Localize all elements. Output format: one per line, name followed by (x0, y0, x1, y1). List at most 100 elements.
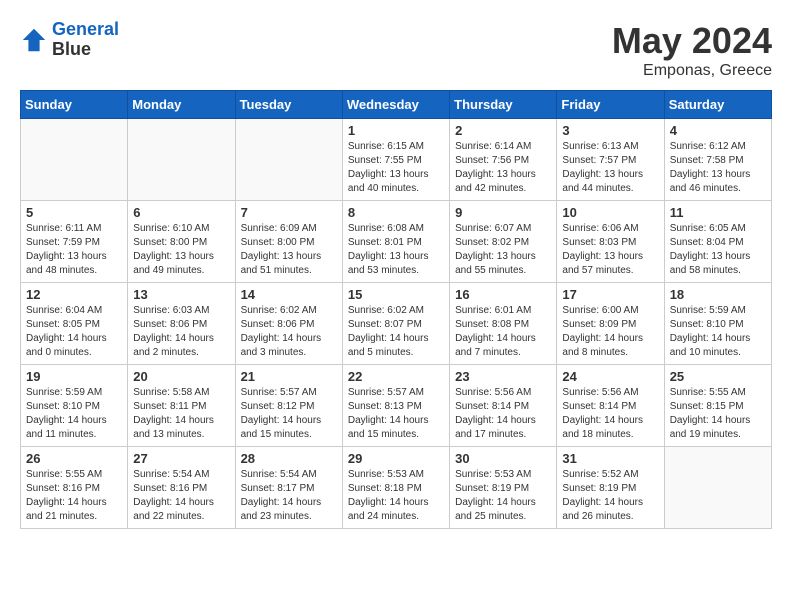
day-number: 4 (670, 123, 766, 138)
day-info: Sunrise: 6:00 AM Sunset: 8:09 PM Dayligh… (562, 304, 658, 360)
weekday-header: Thursday (450, 91, 557, 119)
calendar-cell: 21 Sunrise: 5:57 AM Sunset: 8:12 PM Dayli… (235, 365, 342, 447)
calendar-cell (21, 119, 128, 201)
calendar-cell: 3 Sunrise: 6:13 AM Sunset: 7:57 PM Daylig… (557, 119, 664, 201)
day-number: 26 (26, 451, 122, 466)
calendar-cell: 28Sunrise: 5:54 AM Sunset: 8:17 PM Dayli… (235, 447, 342, 529)
day-number: 6 (133, 205, 229, 220)
calendar-cell: 10 Sunrise: 6:06 AM Sunset: 8:03 PM Dayli… (557, 201, 664, 283)
day-number: 27 (133, 451, 229, 466)
calendar-cell: 1Sunrise: 6:15 AM Sunset: 7:55 PM Daylig… (342, 119, 449, 201)
day-number: 10 (562, 205, 658, 220)
calendar-cell: 5 Sunrise: 6:11 AM Sunset: 7:59 PM Daylig… (21, 201, 128, 283)
day-info: Sunrise: 5:52 AM Sunset: 8:19 PM Dayligh… (562, 468, 658, 524)
day-info: Sunrise: 6:09 AM Sunset: 8:00 PM Dayligh… (241, 222, 337, 278)
calendar-cell: 14 Sunrise: 6:02 AM Sunset: 8:06 PM Dayli… (235, 283, 342, 365)
calendar-cell: 11Sunrise: 6:05 AM Sunset: 8:04 PM Dayli… (664, 201, 771, 283)
calendar-cell: 16 Sunrise: 6:01 AM Sunset: 8:08 PM Dayli… (450, 283, 557, 365)
calendar-week: 26 Sunrise: 5:55 AM Sunset: 8:16 PM Dayli… (21, 447, 772, 529)
calendar-cell (128, 119, 235, 201)
weekday-header: Friday (557, 91, 664, 119)
day-number: 21 (241, 369, 337, 384)
day-number: 25 (670, 369, 766, 384)
calendar-week: 1Sunrise: 6:15 AM Sunset: 7:55 PM Daylig… (21, 119, 772, 201)
day-info: Sunrise: 5:55 AM Sunset: 8:15 PM Dayligh… (670, 386, 766, 442)
day-info: Sunrise: 5:58 AM Sunset: 8:11 PM Dayligh… (133, 386, 229, 442)
calendar-cell: 23 Sunrise: 5:56 AM Sunset: 8:14 PM Dayli… (450, 365, 557, 447)
day-number: 1 (348, 123, 444, 138)
day-number: 19 (26, 369, 122, 384)
page-header: General Blue May 2024 Emponas, Greece (20, 20, 772, 80)
weekday-header: Tuesday (235, 91, 342, 119)
day-info: Sunrise: 6:14 AM Sunset: 7:56 PM Dayligh… (455, 140, 551, 196)
calendar-cell: 31Sunrise: 5:52 AM Sunset: 8:19 PM Dayli… (557, 447, 664, 529)
logo-icon (20, 26, 48, 54)
day-info: Sunrise: 6:07 AM Sunset: 8:02 PM Dayligh… (455, 222, 551, 278)
day-info: Sunrise: 6:13 AM Sunset: 7:57 PM Dayligh… (562, 140, 658, 196)
calendar-cell: 25 Sunrise: 5:55 AM Sunset: 8:15 PM Dayli… (664, 365, 771, 447)
logo-line1: General (52, 19, 119, 39)
day-number: 16 (455, 287, 551, 302)
calendar-week: 19 Sunrise: 5:59 AM Sunset: 8:10 PM Dayli… (21, 365, 772, 447)
day-info: Sunrise: 6:10 AM Sunset: 8:00 PM Dayligh… (133, 222, 229, 278)
day-number: 5 (26, 205, 122, 220)
calendar-cell: 15Sunrise: 6:02 AM Sunset: 8:07 PM Dayli… (342, 283, 449, 365)
month-year: May 2024 (612, 20, 772, 62)
calendar-cell: 12Sunrise: 6:04 AM Sunset: 8:05 PM Dayli… (21, 283, 128, 365)
day-number: 22 (348, 369, 444, 384)
day-number: 14 (241, 287, 337, 302)
calendar-cell: 22 Sunrise: 5:57 AM Sunset: 8:13 PM Dayli… (342, 365, 449, 447)
weekday-header: Saturday (664, 91, 771, 119)
day-number: 18 (670, 287, 766, 302)
day-info: Sunrise: 6:11 AM Sunset: 7:59 PM Dayligh… (26, 222, 122, 278)
day-info: Sunrise: 6:01 AM Sunset: 8:08 PM Dayligh… (455, 304, 551, 360)
calendar-cell: 17 Sunrise: 6:00 AM Sunset: 8:09 PM Dayli… (557, 283, 664, 365)
calendar-cell (664, 447, 771, 529)
calendar-cell: 19 Sunrise: 5:59 AM Sunset: 8:10 PM Dayli… (21, 365, 128, 447)
calendar-cell: 8Sunrise: 6:08 AM Sunset: 8:01 PM Daylig… (342, 201, 449, 283)
day-info: Sunrise: 5:56 AM Sunset: 8:14 PM Dayligh… (562, 386, 658, 442)
day-info: Sunrise: 5:59 AM Sunset: 8:10 PM Dayligh… (670, 304, 766, 360)
day-info: Sunrise: 5:54 AM Sunset: 8:16 PM Dayligh… (133, 468, 229, 524)
title-block: May 2024 Emponas, Greece (612, 20, 772, 80)
calendar-cell: 7Sunrise: 6:09 AM Sunset: 8:00 PM Daylig… (235, 201, 342, 283)
day-number: 30 (455, 451, 551, 466)
day-info: Sunrise: 5:55 AM Sunset: 8:16 PM Dayligh… (26, 468, 122, 524)
calendar-cell: 9Sunrise: 6:07 AM Sunset: 8:02 PM Daylig… (450, 201, 557, 283)
day-number: 13 (133, 287, 229, 302)
calendar-cell: 4 Sunrise: 6:12 AM Sunset: 7:58 PM Daylig… (664, 119, 771, 201)
calendar-cell (235, 119, 342, 201)
calendar-body: 1Sunrise: 6:15 AM Sunset: 7:55 PM Daylig… (21, 119, 772, 529)
calendar: SundayMondayTuesdayWednesdayThursdayFrid… (20, 90, 772, 529)
day-info: Sunrise: 6:04 AM Sunset: 8:05 PM Dayligh… (26, 304, 122, 360)
calendar-cell: 18 Sunrise: 5:59 AM Sunset: 8:10 PM Dayli… (664, 283, 771, 365)
calendar-cell: 29Sunrise: 5:53 AM Sunset: 8:18 PM Dayli… (342, 447, 449, 529)
calendar-cell: 13Sunrise: 6:03 AM Sunset: 8:06 PM Dayli… (128, 283, 235, 365)
day-number: 11 (670, 205, 766, 220)
day-info: Sunrise: 5:57 AM Sunset: 8:12 PM Dayligh… (241, 386, 337, 442)
weekday-row: SundayMondayTuesdayWednesdayThursdayFrid… (21, 91, 772, 119)
day-info: Sunrise: 6:02 AM Sunset: 8:06 PM Dayligh… (241, 304, 337, 360)
calendar-week: 5 Sunrise: 6:11 AM Sunset: 7:59 PM Daylig… (21, 201, 772, 283)
weekday-header: Sunday (21, 91, 128, 119)
location: Emponas, Greece (612, 62, 772, 80)
calendar-cell: 20Sunrise: 5:58 AM Sunset: 8:11 PM Dayli… (128, 365, 235, 447)
day-number: 3 (562, 123, 658, 138)
calendar-cell: 27 Sunrise: 5:54 AM Sunset: 8:16 PM Dayli… (128, 447, 235, 529)
day-number: 2 (455, 123, 551, 138)
day-info: Sunrise: 6:12 AM Sunset: 7:58 PM Dayligh… (670, 140, 766, 196)
calendar-cell: 26 Sunrise: 5:55 AM Sunset: 8:16 PM Dayli… (21, 447, 128, 529)
calendar-cell: 6 Sunrise: 6:10 AM Sunset: 8:00 PM Daylig… (128, 201, 235, 283)
day-number: 17 (562, 287, 658, 302)
day-info: Sunrise: 6:02 AM Sunset: 8:07 PM Dayligh… (348, 304, 444, 360)
weekday-header: Monday (128, 91, 235, 119)
day-info: Sunrise: 6:06 AM Sunset: 8:03 PM Dayligh… (562, 222, 658, 278)
calendar-cell: 2 Sunrise: 6:14 AM Sunset: 7:56 PM Daylig… (450, 119, 557, 201)
day-info: Sunrise: 6:08 AM Sunset: 8:01 PM Dayligh… (348, 222, 444, 278)
day-info: Sunrise: 5:53 AM Sunset: 8:19 PM Dayligh… (455, 468, 551, 524)
day-info: Sunrise: 5:56 AM Sunset: 8:14 PM Dayligh… (455, 386, 551, 442)
weekday-header: Wednesday (342, 91, 449, 119)
day-info: Sunrise: 5:59 AM Sunset: 8:10 PM Dayligh… (26, 386, 122, 442)
day-info: Sunrise: 5:57 AM Sunset: 8:13 PM Dayligh… (348, 386, 444, 442)
day-number: 23 (455, 369, 551, 384)
